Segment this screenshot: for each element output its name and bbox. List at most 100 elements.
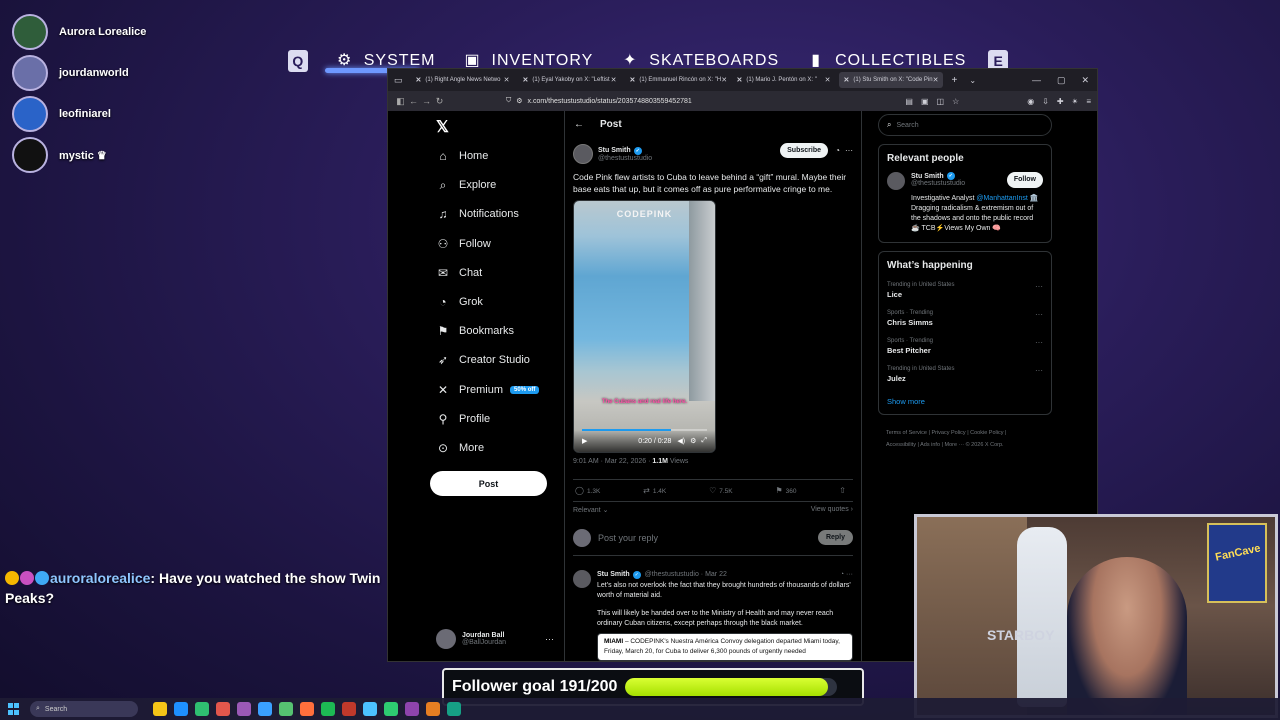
address-field[interactable]: ⛉ ⚙ x.com/thestustustudio/status/2035748… [506, 94, 905, 108]
maximize-icon[interactable]: ▢ [1057, 75, 1066, 86]
close-tab-icon[interactable]: ✕ [933, 76, 939, 84]
tab-list-icon[interactable]: ▭ [394, 75, 403, 86]
taskbar-app-icon[interactable] [153, 702, 167, 716]
grok-icon[interactable]: ◔ [835, 146, 840, 155]
follow-button[interactable]: Follow [1006, 172, 1043, 188]
nav-item-grok[interactable]: ◔ Grok [436, 295, 482, 309]
close-tab-icon[interactable]: ✕ [721, 76, 727, 84]
taskbar-app-icon[interactable] [258, 702, 272, 716]
quote-card[interactable]: MIAMI – CODEPINK's Nuestra América Convo… [597, 633, 853, 661]
more-dots-icon[interactable]: ··· [545, 634, 554, 644]
reader-view-icon[interactable]: ▤ [905, 97, 913, 106]
extension-icon[interactable]: ✴ [1072, 97, 1079, 106]
taskbar-app-icon[interactable] [384, 702, 398, 716]
new-tab-icon[interactable]: + [952, 75, 958, 86]
repost-action[interactable]: ⇄ 1.4K [643, 486, 666, 495]
taskbar-app-icon[interactable] [216, 702, 230, 716]
minimize-icon[interactable]: — [1032, 75, 1041, 86]
taskbar-app-icon[interactable] [279, 702, 293, 716]
trend-item[interactable]: Sports · Trending Chris Simms ··· [887, 310, 1043, 327]
like-action[interactable]: ♡ 7.5K [709, 486, 733, 495]
nav-item-home[interactable]: ⌂ Home [436, 149, 488, 163]
forward-icon[interactable]: → [420, 96, 433, 106]
more-dots-icon[interactable]: ··· [1035, 310, 1043, 327]
close-tab-icon[interactable]: ✕ [611, 76, 617, 84]
pip-icon[interactable]: ◫ [937, 97, 945, 106]
relevant-person[interactable]: Stu Smith ✓ @thestustustudio Follow [887, 172, 1043, 190]
taskbar-app-icon[interactable] [342, 702, 356, 716]
reload-icon[interactable]: ↻ [433, 96, 446, 107]
tab-dropdown-icon[interactable]: ⌄ [969, 76, 976, 85]
reply-button[interactable]: Reply [817, 530, 853, 545]
reply-author-name[interactable]: Stu Smith [597, 570, 630, 580]
search-input[interactable]: ⌕ Search [878, 114, 1052, 136]
taskbar-app-icon[interactable] [174, 702, 188, 716]
close-window-icon[interactable]: ✕ [1081, 75, 1089, 86]
browser-tab[interactable]: ✕ (1) Right Angle News Netwo ✕ [411, 72, 515, 88]
nav-item-notifications[interactable]: ♫ Notifications [436, 207, 519, 221]
more-dots-icon[interactable]: ··· [1035, 338, 1043, 355]
nav-item-follow[interactable]: ⚇ Follow [436, 237, 491, 251]
footer-line-2[interactable]: Accessibility | Ads info | More ··· © 20… [886, 439, 1052, 451]
play-icon[interactable]: ▶ [582, 437, 587, 445]
browser-tab[interactable]: ✕ (1) Stu Smith on X: "Code Pin ✕ [838, 72, 943, 88]
taskbar-app-icon[interactable] [237, 702, 251, 716]
author-name[interactable]: Stu Smith [598, 147, 631, 154]
person-name[interactable]: Stu Smith [911, 173, 944, 180]
x-logo-icon[interactable]: 𝕏 [436, 117, 449, 137]
back-icon[interactable]: ← [407, 96, 420, 106]
show-more-link[interactable]: Show more [887, 397, 1043, 406]
browser-tab[interactable]: ✕ (1) Mario J. Pentón on X: " ✕ [732, 72, 836, 88]
nav-item-profile[interactable]: ⚲ Profile [436, 412, 491, 426]
footer-line-1[interactable]: Terms of Service | Privacy Policy | Cook… [886, 427, 1052, 439]
avatar[interactable] [573, 570, 591, 588]
more-dots-icon[interactable]: ◔ ··· [840, 570, 853, 580]
account-switcher[interactable]: Jourdan Ball @BallJourdan ··· [436, 629, 554, 649]
back-arrow-icon[interactable]: ← [574, 119, 584, 130]
taskbar-app-icon[interactable] [195, 702, 209, 716]
download-icon[interactable]: ⇩ [1042, 97, 1049, 106]
taskbar-app-icon[interactable] [405, 702, 419, 716]
share-action[interactable]: ⇧ [839, 486, 849, 495]
taskbar-search[interactable]: ⌕ Search [30, 701, 138, 717]
nav-item-chat[interactable]: ✉ Chat [436, 266, 482, 280]
relevant-dropdown[interactable]: Relevant ⌄ [573, 506, 608, 514]
taskbar-app-icon[interactable] [321, 702, 335, 716]
trend-item[interactable]: Trending in United States Lice ··· [887, 282, 1043, 299]
taskbar-app-icon[interactable] [447, 702, 461, 716]
trend-item[interactable]: Sports · Trending Best Pitcher ··· [887, 338, 1043, 355]
browser-tab[interactable]: ✕ (1) Emmanuel Rincón on X: "H ✕ [625, 72, 729, 88]
subscribe-button[interactable]: Subscribe [780, 143, 828, 158]
reply-input[interactable]: Post your reply [598, 533, 658, 543]
avatar[interactable] [887, 172, 905, 190]
author-handle[interactable]: @thestustustudio [598, 155, 652, 162]
nav-item-premium[interactable]: ✕ Premium 50% off [436, 383, 540, 397]
taskbar-app-icon[interactable] [363, 702, 377, 716]
reply-action[interactable]: ◯ 1.3K [575, 486, 600, 495]
volume-icon[interactable]: ◀) [677, 437, 685, 445]
extensions-icon[interactable]: ✚ [1057, 97, 1064, 106]
tweet-timestamp[interactable]: 9:01 AM · Mar 22, 2026 · [573, 458, 652, 465]
fullscreen-icon[interactable]: ⤢ [701, 437, 707, 445]
nav-item-creator-studio[interactable]: ➶ Creator Studio [436, 353, 530, 367]
more-dots-icon[interactable]: ··· [1035, 366, 1043, 383]
avatar[interactable] [573, 144, 593, 164]
account-icon[interactable]: ◉ [1027, 97, 1034, 106]
browser-tab[interactable]: ✕ (1) Eyal Yakoby on X: "Leftist ✕ [518, 72, 622, 88]
more-dots-icon[interactable]: ··· [1035, 282, 1043, 299]
bookmark-action[interactable]: ⚑ 360 [775, 486, 796, 495]
settings-icon[interactable]: ⚙ [690, 437, 696, 445]
taskbar-app-icon[interactable] [426, 702, 440, 716]
screenshot-icon[interactable]: ▣ [921, 97, 929, 106]
post-button[interactable]: Post [430, 471, 547, 496]
menu-icon[interactable]: ≡ [1086, 97, 1091, 106]
close-tab-icon[interactable]: ✕ [504, 76, 510, 84]
reply-tweet[interactable]: Stu Smith ✓ @thestustustudio · Mar 22 ◔ … [573, 556, 853, 661]
nav-item-more[interactable]: ⊙ More [436, 441, 484, 455]
video-player[interactable]: CODEPINK The Cubans and real life here. … [573, 200, 716, 453]
more-dots-icon[interactable]: ··· [845, 146, 853, 155]
nav-item-bookmarks[interactable]: ⚑ Bookmarks [436, 324, 514, 338]
trend-item[interactable]: Trending in United States Julez ··· [887, 366, 1043, 383]
view-quotes-link[interactable]: View quotes › [811, 506, 853, 514]
star-icon[interactable]: ☆ [952, 97, 959, 106]
